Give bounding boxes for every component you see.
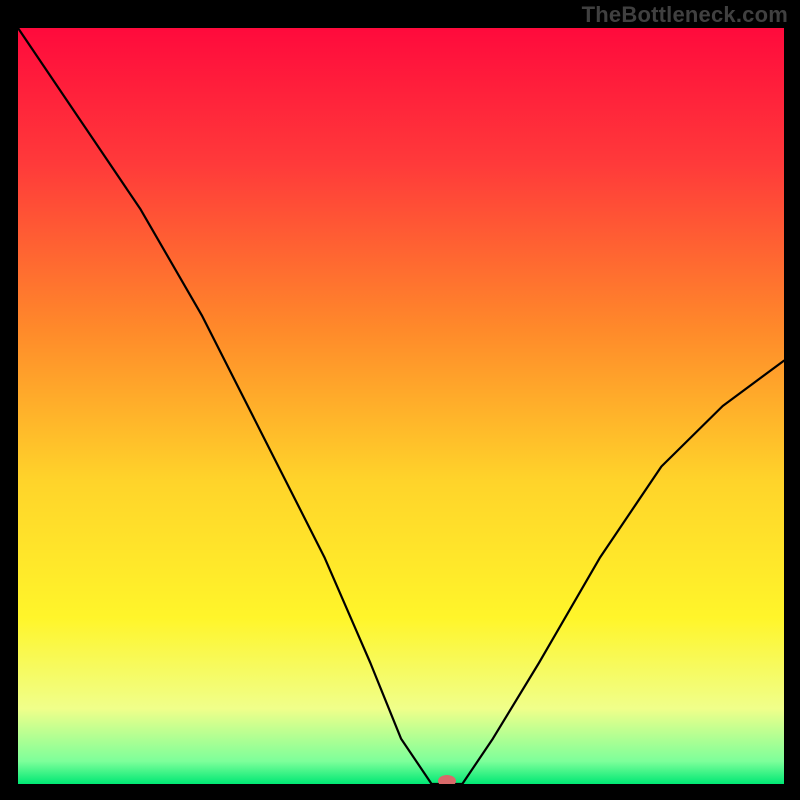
gradient-background — [18, 28, 784, 784]
plot-area — [18, 28, 784, 784]
watermark-text: TheBottleneck.com — [582, 2, 788, 28]
chart-frame: TheBottleneck.com — [0, 0, 800, 800]
chart-svg — [18, 28, 784, 784]
